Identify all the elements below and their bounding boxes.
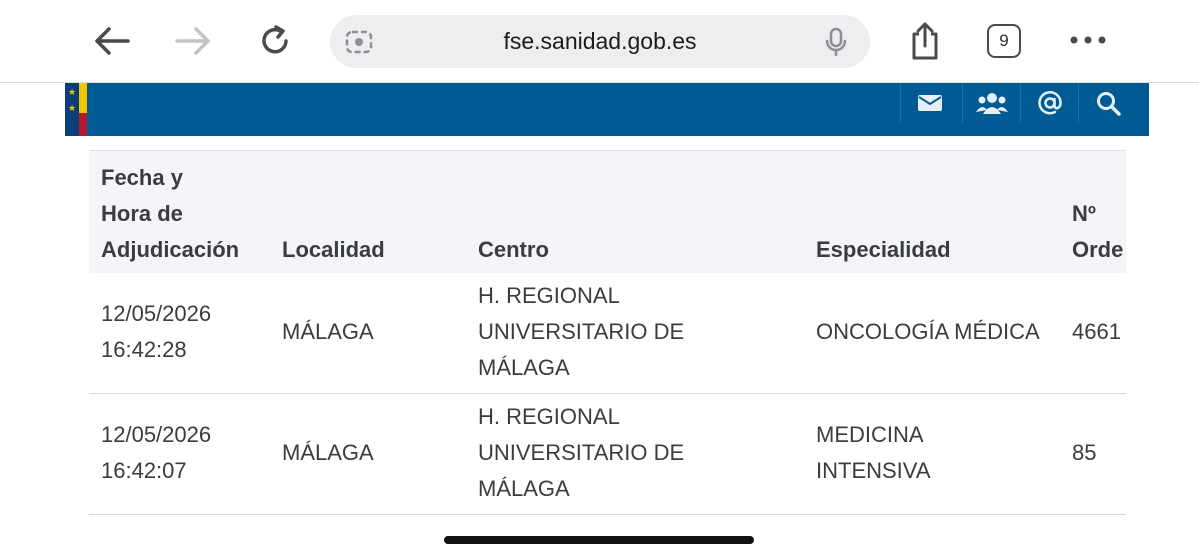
table-header-row: Fecha y Hora de Adjudicación Localidad C…: [89, 150, 1126, 274]
cell-fecha: 12/05/2026 16:42:28: [101, 296, 211, 368]
cell-centro: H. REGIONAL UNIVERSITARIO DE MÁLAGA: [478, 278, 684, 386]
home-indicator[interactable]: [444, 536, 754, 544]
table-row[interactable]: 12/05/2026 16:42:28 MÁLAGA H. REGIONAL U…: [89, 273, 1126, 394]
header-orden: Nº Orde: [1072, 196, 1123, 268]
cell-especialidad: ONCOLOGÍA MÉDICA: [816, 314, 1040, 350]
header-orden-line: Nº: [1072, 201, 1096, 226]
users-icon[interactable]: [962, 83, 1021, 123]
flag-logo: ★ ★: [65, 83, 87, 136]
cell-especialidad-line: ONCOLOGÍA MÉDICA: [816, 319, 1040, 344]
header-localidad: Localidad: [282, 237, 385, 262]
cell-especialidad-line: MEDICINA: [816, 422, 924, 447]
header-orden-line: Orde: [1072, 237, 1124, 262]
cell-orden: 85: [1072, 440, 1097, 465]
mail-icon[interactable]: [900, 83, 959, 123]
mic-icon[interactable]: [824, 27, 848, 57]
cell-fecha-time: 16:42:28: [101, 337, 187, 362]
reload-icon[interactable]: [252, 18, 298, 64]
more-icon[interactable]: [1068, 30, 1108, 50]
header-fecha-line: Hora de: [101, 201, 183, 226]
back-icon[interactable]: [89, 18, 135, 64]
cell-centro-line: H. REGIONAL: [478, 283, 620, 308]
at-icon[interactable]: [1020, 83, 1079, 123]
cell-orden: 4661: [1072, 319, 1121, 344]
header-centro: Centro: [478, 237, 549, 262]
cell-fecha-time: 16:42:07: [101, 458, 187, 483]
header-fecha-line: Adjudicación: [101, 237, 240, 262]
site-header: ★ ★: [65, 83, 1149, 136]
header-especialidad: Especialidad: [816, 237, 951, 262]
address-bar[interactable]: fse.sanidad.gob.es: [330, 15, 870, 68]
cell-centro: H. REGIONAL UNIVERSITARIO DE MÁLAGA: [478, 399, 684, 507]
tab-count-button[interactable]: 9: [987, 24, 1021, 58]
browser-toolbar: fse.sanidad.gob.es 9: [0, 0, 1199, 83]
cell-fecha-date: 12/05/2026: [101, 301, 212, 326]
cell-centro-line: MÁLAGA: [478, 355, 570, 380]
forward-icon[interactable]: [170, 18, 216, 64]
header-fecha-line: Fecha y: [101, 165, 183, 190]
cell-centro-line: UNIVERSITARIO DE: [478, 440, 685, 465]
share-icon[interactable]: [902, 18, 948, 64]
url-text: fse.sanidad.gob.es: [503, 28, 697, 54]
cell-localidad: MÁLAGA: [282, 319, 374, 344]
search-icon[interactable]: [1078, 83, 1137, 123]
cell-especialidad: MEDICINA INTENSIVA: [816, 417, 931, 489]
cell-fecha: 12/05/2026 16:42:07: [101, 417, 211, 489]
header-fecha: Fecha y Hora de Adjudicación: [101, 160, 239, 268]
cell-fecha-date: 12/05/2026: [101, 422, 212, 447]
adjudicaciones-table: Fecha y Hora de Adjudicación Localidad C…: [89, 150, 1126, 554]
table-row[interactable]: 12/05/2026 16:42:07 MÁLAGA H. REGIONAL U…: [89, 394, 1126, 515]
cell-centro-line: MÁLAGA: [478, 476, 570, 501]
cell-centro-line: H. REGIONAL: [478, 404, 620, 429]
cell-especialidad-line: INTENSIVA: [816, 458, 931, 483]
cell-centro-line: UNIVERSITARIO DE: [478, 319, 685, 344]
cell-localidad: MÁLAGA: [282, 440, 374, 465]
